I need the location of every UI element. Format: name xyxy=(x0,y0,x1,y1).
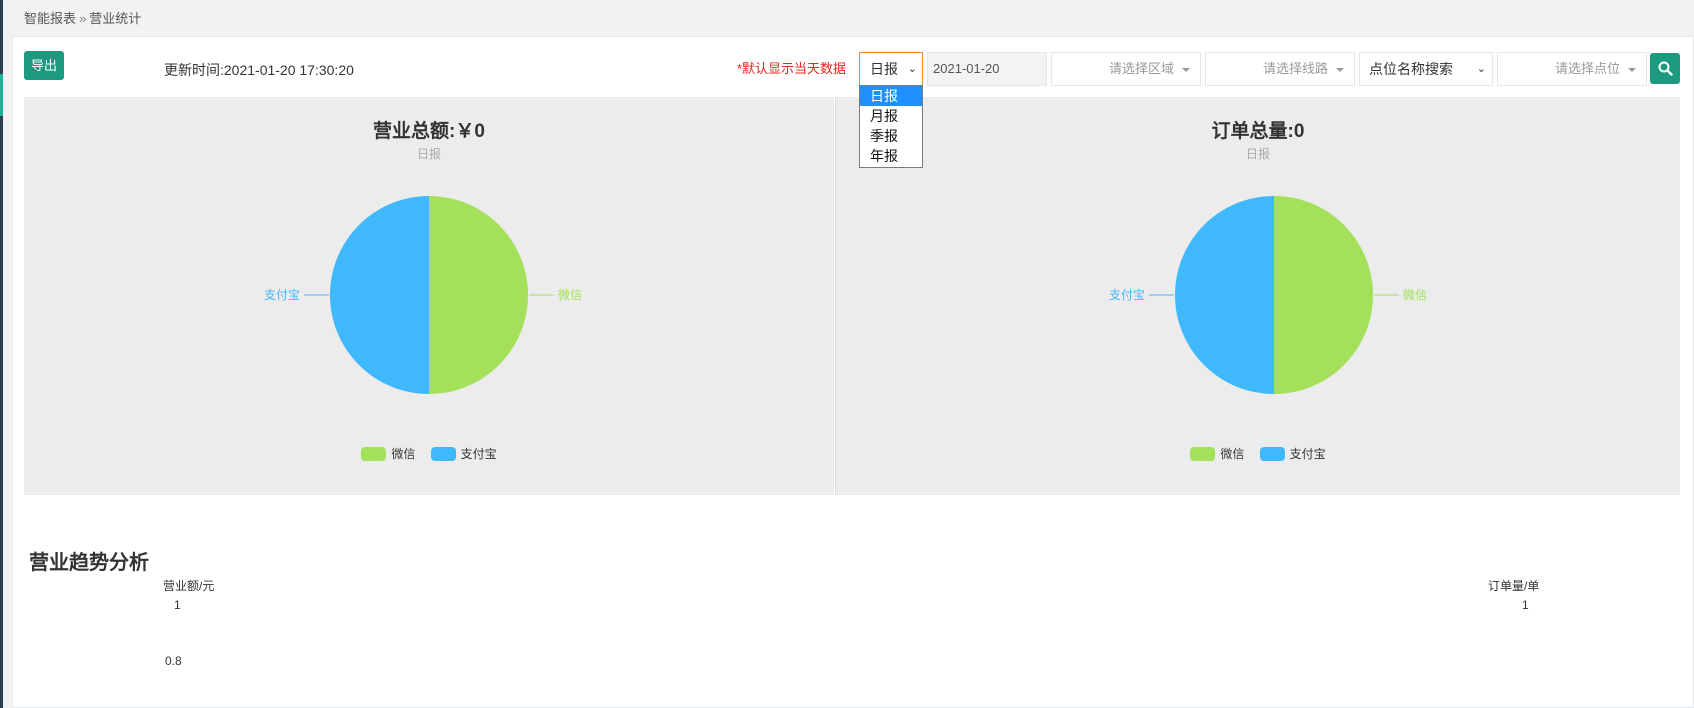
slice-label-wechat: 微信 xyxy=(1403,288,1427,302)
breadcrumb-separator: » xyxy=(79,11,87,26)
point-placeholder: 请选择点位 xyxy=(1554,61,1620,76)
caret-down-icon xyxy=(1336,68,1344,72)
caret-down-icon xyxy=(1182,68,1190,72)
trend-section-title: 营业趋势分析 xyxy=(29,552,149,574)
area-placeholder: 请选择区域 xyxy=(1108,61,1174,76)
slice-label-alipay: 支付宝 xyxy=(264,288,300,302)
export-button[interactable]: 导出 xyxy=(24,51,64,80)
sidebar-active-indicator xyxy=(0,74,3,116)
area-picker[interactable]: 请选择区域 xyxy=(1051,52,1201,86)
report-type-select[interactable]: 日报 ⌄ xyxy=(859,52,923,86)
revenue-pie-card: 营业总额:￥0 日报 微信 支付宝 微信 支付宝 xyxy=(24,97,834,495)
chevron-down-icon: ⌄ xyxy=(907,63,917,75)
legend-swatch xyxy=(1190,447,1216,461)
search-button[interactable] xyxy=(1650,53,1680,84)
right-axis-tick: 1 xyxy=(1522,598,1529,612)
default-data-note: *默认显示当天数据 xyxy=(737,61,847,76)
point-picker[interactable]: 请选择点位 xyxy=(1497,52,1647,86)
legend-label: 微信 xyxy=(391,447,416,461)
left-axis-tick: 1 xyxy=(174,598,181,612)
caret-down-icon xyxy=(1628,68,1636,72)
pie-slice-alipay[interactable] xyxy=(1175,196,1274,394)
site-search-select[interactable]: 点位名称搜索 ⌄ xyxy=(1359,52,1493,86)
line-picker[interactable]: 请选择线路 xyxy=(1205,52,1355,86)
legend-item-wechat[interactable]: 微信 xyxy=(1190,445,1244,462)
report-type-dropdown: 日报 月报 季报 年报 xyxy=(859,85,923,168)
site-search-value: 点位名称搜索 xyxy=(1369,61,1453,77)
legend-item-alipay[interactable]: 支付宝 xyxy=(430,445,497,462)
breadcrumb-parent[interactable]: 智能报表 xyxy=(24,11,76,26)
pie-slice-wechat[interactable] xyxy=(429,196,528,394)
trend-left-axis-label: 营业额/元 xyxy=(163,579,215,593)
report-option-quarterly[interactable]: 季报 xyxy=(860,126,922,146)
trend-right-axis-label: 订单量/单 xyxy=(1488,579,1540,593)
breadcrumb-current: 营业统计 xyxy=(89,11,142,26)
orders-pie-chart: 微信 支付宝 xyxy=(1109,196,1427,394)
left-axis-tick: 0.8 xyxy=(165,654,182,668)
chart-legend: 微信 支付宝 xyxy=(836,445,1680,462)
legend-swatch xyxy=(1259,447,1285,461)
chevron-down-icon: ⌄ xyxy=(1476,63,1486,75)
slice-label-alipay: 支付宝 xyxy=(1109,288,1145,302)
breadcrumb: 智能报表» 营业统计 xyxy=(24,8,141,27)
orders-pie-card: 订单总量:0 日报 微信 支付宝 微信 支付宝 xyxy=(835,97,1680,495)
legend-label: 微信 xyxy=(1220,447,1245,461)
legend-item-wechat[interactable]: 微信 xyxy=(361,445,415,462)
report-option-daily[interactable]: 日报 xyxy=(860,86,922,106)
legend-swatch xyxy=(361,447,387,461)
report-option-monthly[interactable]: 月报 xyxy=(860,106,922,126)
pie-slice-wechat[interactable] xyxy=(1274,196,1373,394)
legend-label: 支付宝 xyxy=(1289,447,1326,461)
legend-label: 支付宝 xyxy=(460,447,497,461)
line-placeholder: 请选择线路 xyxy=(1262,61,1328,76)
legend-swatch xyxy=(430,447,456,461)
search-icon xyxy=(1658,61,1673,76)
legend-item-alipay[interactable]: 支付宝 xyxy=(1259,445,1326,462)
slice-label-wechat: 微信 xyxy=(558,288,582,302)
pie-slice-alipay[interactable] xyxy=(330,196,429,394)
chart-legend: 微信 支付宝 xyxy=(24,445,834,462)
report-option-yearly[interactable]: 年报 xyxy=(860,146,922,166)
update-time: 更新时间:2021-01-20 17:30:20 xyxy=(164,62,354,78)
report-type-value: 日报 xyxy=(870,61,898,77)
revenue-pie-chart: 微信 支付宝 xyxy=(264,196,582,394)
date-input[interactable]: 2021-01-20 xyxy=(927,52,1047,86)
